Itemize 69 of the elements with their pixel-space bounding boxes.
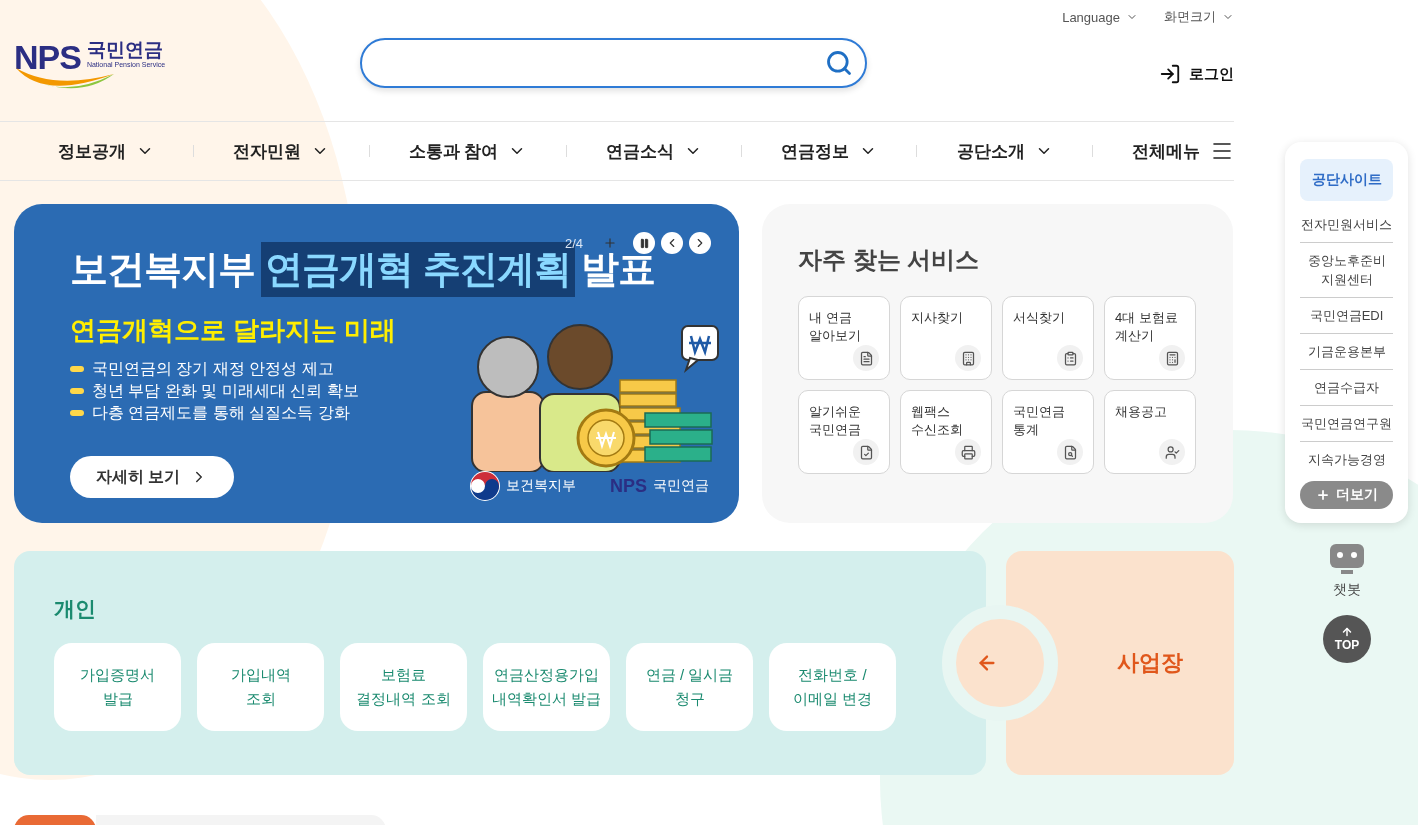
service-card[interactable]: 웹팩스 수신조회 [900, 390, 992, 474]
arrow-up-icon [1341, 626, 1353, 638]
nav-menu-item[interactable]: 전자민원 [233, 139, 330, 163]
service-card[interactable]: 국민연금 통계 [1002, 390, 1094, 474]
bullet-icon [70, 366, 84, 372]
quick-menu-link[interactable]: 국민연금연구원 [1300, 406, 1393, 442]
bullet-text: 청년 부담 완화 및 미래세대 신뢰 확보 [92, 381, 359, 401]
nav-menu-item[interactable]: 연금정보 [781, 139, 878, 163]
logo-mark: NPS [610, 475, 647, 497]
emblem-icon [470, 471, 500, 501]
service-button[interactable]: 가입증명서 발급 [54, 643, 181, 731]
login-button[interactable]: 로그인 [1159, 63, 1234, 85]
robot-icon [1329, 543, 1365, 575]
search-icon[interactable] [825, 49, 854, 77]
pause-icon [638, 237, 650, 249]
service-card[interactable]: 내 연금 알아보기 [798, 296, 890, 380]
business-title: 사업장 [1117, 649, 1183, 677]
plus-icon [1315, 488, 1330, 502]
search-field[interactable] [360, 38, 868, 88]
nav-menu-item[interactable]: 공단소개 [956, 139, 1053, 163]
user-check-icon [1159, 439, 1185, 465]
logo-mark: NPS [14, 40, 81, 74]
bullet-text: 국민연금의 장기 재정 안정성 제고 [92, 359, 334, 379]
service-card[interactable]: 서식찾기 [1002, 296, 1094, 380]
building-icon [955, 345, 981, 371]
service-card[interactable]: 채용공고 [1104, 390, 1196, 474]
service-button[interactable]: 연금산정용가입 내역확인서 발급 [483, 643, 610, 731]
quick-menu-link[interactable]: 지속가능경영 [1300, 442, 1393, 477]
bullet-icon [70, 388, 84, 394]
document-search-icon [1057, 439, 1083, 465]
service-button[interactable]: 가입내역 조회 [197, 643, 324, 731]
pause-button[interactable] [633, 232, 655, 254]
service-card[interactable]: 4대 보험료 계산기 [1104, 296, 1196, 380]
service-button[interactable]: 보험료 결정내역 조회 [340, 643, 467, 731]
quick-menu-link[interactable]: 중앙노후준비 지원센터 [1300, 243, 1393, 298]
quick-menu-link[interactable]: 기금운용본부 [1300, 334, 1393, 370]
quick-menu-link[interactable]: 연금수급자 [1300, 370, 1393, 406]
quick-menu-link[interactable]: 국민연금EDI [1300, 298, 1393, 334]
nav-menu-item[interactable]: 소통과 참여 [408, 139, 527, 163]
utility-dropdown[interactable]: Language [1062, 8, 1138, 26]
service-button[interactable]: 연금 / 일시금 청구 [626, 643, 753, 731]
quick-menu-title[interactable]: 공단사이트 [1300, 159, 1393, 201]
details-button[interactable]: 자세히 보기 [70, 456, 234, 498]
logo-name: 국민연금 [86, 40, 164, 61]
service-card[interactable]: 지사찾기 [900, 296, 992, 380]
next-button[interactable] [689, 232, 711, 254]
logo-name: 보건복지부 [506, 477, 576, 495]
printer-icon [955, 439, 981, 465]
previous-button[interactable] [661, 232, 683, 254]
login-icon [1159, 63, 1181, 85]
bullet-text: 다층 연금제도를 통해 실질소득 강화 [92, 403, 350, 423]
section-title: 자주 찾는 서비스 [798, 245, 981, 275]
service-button[interactable]: 전화번호 / 이메일 변경 [769, 643, 896, 731]
calculator-icon [1159, 345, 1185, 371]
chatbot-button[interactable]: 챗봇 [1318, 543, 1376, 599]
nav-menu-item[interactable]: 정보공개 [58, 139, 154, 163]
utility-dropdown[interactable]: 화면크기 [1164, 8, 1234, 26]
slide-counter: 2/4 [564, 235, 583, 251]
banner-subtitle: 연금개혁으로 달라지는 미래 [70, 314, 398, 347]
clipboard-icon [1057, 345, 1083, 371]
all-menu-button[interactable]: 전체메뉴 [1132, 139, 1234, 163]
section-title: 개인 [54, 596, 97, 622]
bullet-icon [70, 410, 84, 416]
quick-menu-link[interactable]: 전자민원서비스 [1300, 207, 1393, 243]
document-icon [853, 345, 879, 371]
nav-menu-item[interactable]: 연금소식 [605, 139, 702, 163]
service-card[interactable]: 알기쉬운 국민연금 [798, 390, 890, 474]
document-check-icon [853, 439, 879, 465]
logo-name: 국민연금 [653, 477, 709, 495]
